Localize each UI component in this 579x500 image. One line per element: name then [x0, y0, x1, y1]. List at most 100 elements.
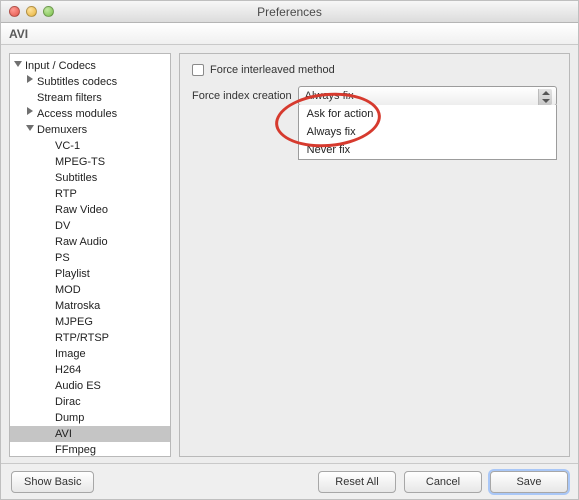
tree-row-label: Matroska — [55, 300, 100, 312]
disclosure-down-icon[interactable] — [14, 60, 23, 69]
cancel-button[interactable]: Cancel — [404, 471, 482, 493]
tree-row[interactable]: Raw Video — [10, 202, 170, 218]
tree-row[interactable]: RTP/RTSP — [10, 330, 170, 346]
save-button[interactable]: Save — [490, 471, 568, 493]
tree-row[interactable]: H264 — [10, 362, 170, 378]
tree-row-label: PS — [55, 252, 70, 264]
disclosure-none-icon — [44, 428, 53, 437]
disclosure-none-icon — [44, 188, 53, 197]
disclosure-none-icon — [44, 316, 53, 325]
disclosure-right-icon[interactable] — [26, 108, 35, 117]
tree-row-label: FFmpeg — [55, 444, 96, 456]
show-basic-button[interactable]: Show Basic — [11, 471, 94, 493]
tree-row-label: MJPEG — [55, 316, 93, 328]
tree-row[interactable]: Subtitles codecs — [10, 74, 170, 90]
tree-row[interactable]: Matroska — [10, 298, 170, 314]
main-body: Input / Codecs Subtitles codecs Stream fil… — [1, 45, 578, 463]
disclosure-none-icon — [44, 412, 53, 421]
disclosure-none-icon — [44, 252, 53, 261]
disclosure-none-icon — [44, 396, 53, 405]
disclosure-none-icon — [44, 380, 53, 389]
updown-caret-icon — [538, 89, 552, 105]
disclosure-none-icon — [44, 140, 53, 149]
force-index-select[interactable]: Always fix — [298, 86, 557, 106]
tree-row[interactable]: RTP — [10, 186, 170, 202]
tree-row[interactable]: AVI — [10, 426, 170, 442]
tree-row[interactable]: PS — [10, 250, 170, 266]
tree-row[interactable]: Audio ES — [10, 378, 170, 394]
minimize-icon[interactable] — [26, 6, 37, 17]
window-title: Preferences — [1, 5, 578, 19]
disclosure-none-icon — [44, 364, 53, 373]
disclosure-none-icon — [26, 92, 35, 101]
disclosure-none-icon — [44, 348, 53, 357]
disclosure-none-icon — [44, 444, 53, 453]
tree-row-label: RTP/RTSP — [55, 332, 109, 344]
preferences-tree[interactable]: Input / Codecs Subtitles codecs Stream fil… — [9, 53, 171, 457]
tree-row-label: Raw Video — [55, 204, 108, 216]
tree-row[interactable]: VC-1 — [10, 138, 170, 154]
row-force-index: Force index creation Always fix Ask for … — [192, 86, 557, 106]
sidebar: Input / Codecs Subtitles codecs Stream fil… — [9, 53, 171, 457]
disclosure-none-icon — [44, 204, 53, 213]
zoom-icon[interactable] — [43, 6, 54, 17]
tree-row[interactable]: Image — [10, 346, 170, 362]
close-icon[interactable] — [9, 6, 20, 17]
tree-row[interactable]: MJPEG — [10, 314, 170, 330]
tree-row-label: RTP — [55, 188, 77, 200]
tree-row-label: Playlist — [55, 268, 90, 280]
force-index-dropdown[interactable]: Ask for actionAlways fixNever fix — [298, 105, 557, 160]
titlebar: Preferences — [1, 1, 578, 23]
tree-row[interactable]: Dirac — [10, 394, 170, 410]
disclosure-right-icon[interactable] — [26, 76, 35, 85]
tree-row-label: Image — [55, 348, 86, 360]
tree-row-label: AVI — [55, 428, 72, 440]
tree-row[interactable]: MOD — [10, 282, 170, 298]
force-interleaved-checkbox[interactable] — [192, 64, 204, 76]
tree-row-label: DV — [55, 220, 70, 232]
disclosure-none-icon — [44, 268, 53, 277]
disclosure-down-icon[interactable] — [26, 124, 35, 133]
disclosure-none-icon — [44, 220, 53, 229]
dropdown-option[interactable]: Never fix — [299, 141, 556, 159]
tree-row[interactable]: FFmpeg — [10, 442, 170, 457]
footer: Show Basic Reset All Cancel Save — [1, 463, 578, 499]
force-index-select-wrap: Always fix Ask for actionAlways fixNever… — [298, 86, 557, 106]
row-force-interleaved: Force interleaved method — [192, 64, 557, 76]
reset-all-button[interactable]: Reset All — [318, 471, 396, 493]
tree-row-label: H264 — [55, 364, 81, 376]
dropdown-option[interactable]: Ask for action — [299, 105, 556, 123]
tree-row-label: Input / Codecs — [25, 60, 96, 72]
tree-row-label: Dirac — [55, 396, 81, 408]
force-index-select-value: Always fix — [305, 90, 354, 102]
tree-row[interactable]: Raw Audio — [10, 234, 170, 250]
tree-row-label: VC-1 — [55, 140, 80, 152]
disclosure-none-icon — [44, 172, 53, 181]
force-interleaved-label: Force interleaved method — [210, 64, 335, 76]
tree-row-label: Demuxers — [37, 124, 87, 136]
section-header: AVI — [1, 23, 578, 45]
window-controls — [9, 6, 54, 17]
tree-row[interactable]: Demuxers — [10, 122, 170, 138]
tree-row[interactable]: Stream filters — [10, 90, 170, 106]
disclosure-none-icon — [44, 332, 53, 341]
tree-row-label: Audio ES — [55, 380, 101, 392]
force-index-label: Force index creation — [192, 90, 292, 102]
tree-row-label: Subtitles — [55, 172, 97, 184]
tree-row[interactable]: Subtitles — [10, 170, 170, 186]
dropdown-option[interactable]: Always fix — [299, 123, 556, 141]
tree-row[interactable]: Dump — [10, 410, 170, 426]
tree-row-label: Stream filters — [37, 92, 102, 104]
tree-row-label: MOD — [55, 284, 81, 296]
disclosure-none-icon — [44, 156, 53, 165]
tree-row-label: Access modules — [37, 108, 117, 120]
disclosure-none-icon — [44, 284, 53, 293]
tree-row-label: Dump — [55, 412, 84, 424]
tree-row[interactable]: DV — [10, 218, 170, 234]
tree-row-label: MPEG-TS — [55, 156, 105, 168]
tree-row[interactable]: Access modules — [10, 106, 170, 122]
tree-row[interactable]: MPEG-TS — [10, 154, 170, 170]
tree-row[interactable]: Playlist — [10, 266, 170, 282]
tree-row[interactable]: Input / Codecs — [10, 58, 170, 74]
tree-row-label: Raw Audio — [55, 236, 108, 248]
